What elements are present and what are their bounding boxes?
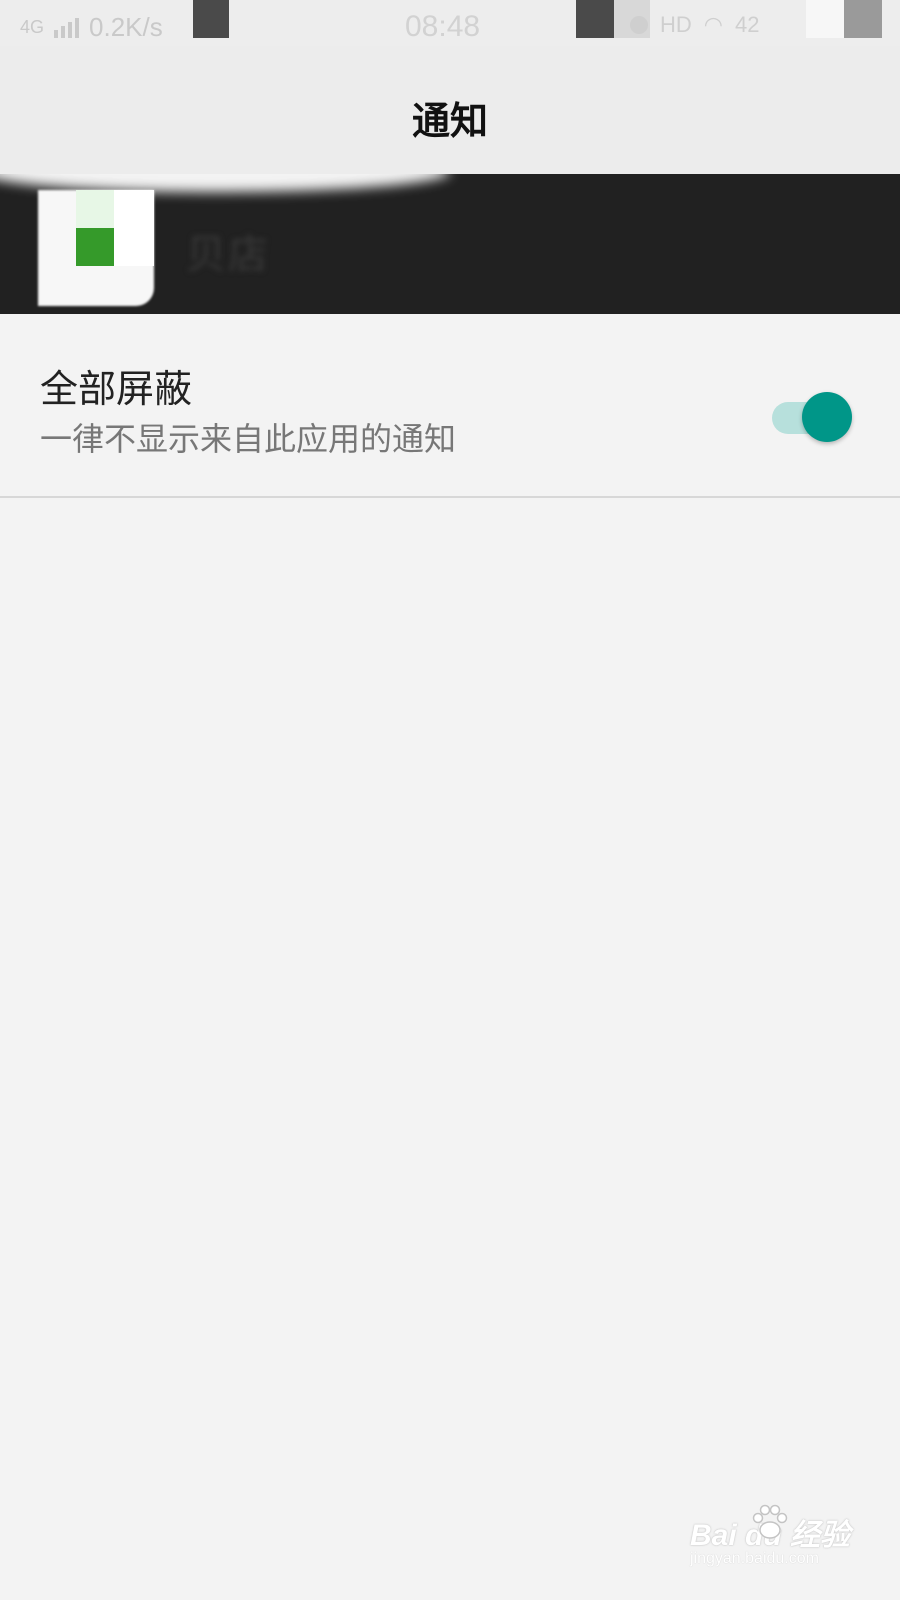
baidu-jingyan-watermark: Bai du 经验 jingyan.baidu.com [690,1500,870,1570]
alarm-icon [630,16,648,34]
block-all-toggle[interactable] [772,390,852,446]
battery-icon [844,0,882,38]
status-bar: 4G 0.2K/s 08:48 HD ◠ 42 [0,0,900,46]
network-speed: 0.2K/s [89,12,163,42]
paw-icon [752,1504,788,1539]
battery-level: 42 [734,12,760,37]
title-bar: 通知 [0,46,900,174]
watermark-url: jingyan.baidu.com [690,1550,819,1567]
status-time: 08:48 [405,10,481,43]
toggle-thumb [802,392,852,442]
signal-icon [54,17,80,38]
status-icon [806,0,844,38]
network-type: 4G [20,17,45,37]
status-bar-right: HD ◠ 42 [630,12,759,38]
block-all-setting[interactable]: 全部屏蔽 一律不显示来自此应用的通知 [0,314,900,498]
status-bar-left: 4G 0.2K/s [20,12,163,43]
status-icon [576,0,614,38]
setting-description: 一律不显示来自此应用的通知 [40,420,457,458]
app-name: 贝店 [186,232,270,278]
status-icon [193,0,229,38]
app-banner: 贝店 [0,174,900,314]
setting-title: 全部屏蔽 [40,367,193,411]
page-title: 通知 [411,99,488,143]
app-logo-icon [38,190,154,306]
wifi-icon: ◠ [703,12,723,37]
hd-indicator: HD [660,12,692,37]
